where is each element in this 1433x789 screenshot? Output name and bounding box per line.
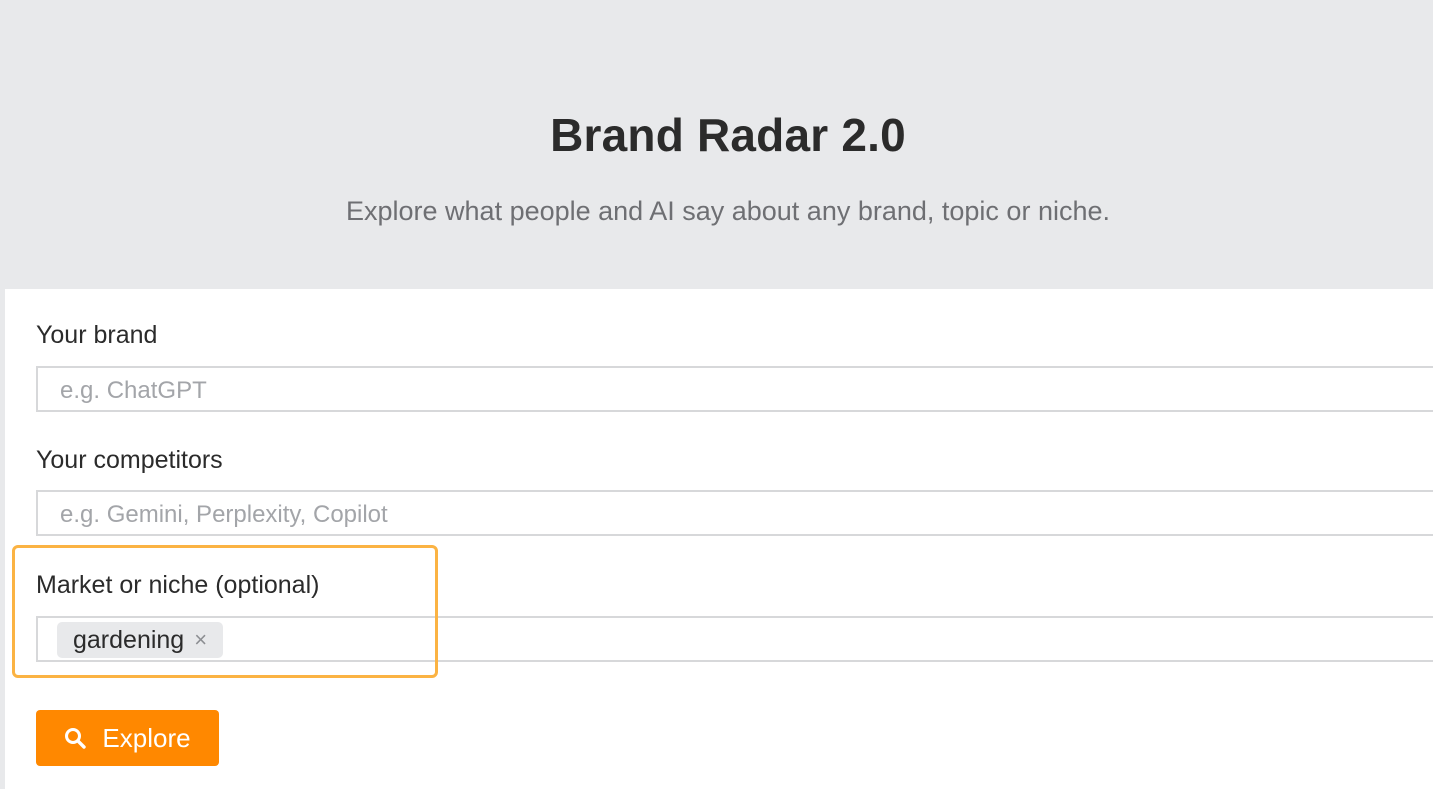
brand-input-placeholder: e.g. ChatGPT	[60, 377, 207, 404]
competitors-input-placeholder: e.g. Gemini, Perplexity, Copilot	[60, 501, 388, 528]
page-subtitle: Explore what people and AI say about any…	[345, 196, 1110, 226]
brand-field-label: Your brand	[36, 321, 158, 349]
explore-button[interactable]: Explore	[36, 710, 219, 766]
brand-radar-page: Brand Radar 2.0 Explore what people and …	[0, 0, 1433, 789]
hero-banner: Brand Radar 2.0 Explore what people and …	[0, 0, 1433, 289]
left-edge-strip	[0, 289, 5, 789]
competitors-field-label: Your competitors	[36, 446, 223, 474]
brand-input[interactable]: e.g. ChatGPT	[36, 366, 1433, 412]
page-title: Brand Radar 2.0	[550, 109, 906, 161]
competitors-input[interactable]: e.g. Gemini, Perplexity, Copilot	[36, 490, 1433, 536]
explore-button-label: Explore	[102, 722, 191, 753]
search-icon	[65, 728, 87, 749]
market-field-highlight	[12, 545, 438, 678]
